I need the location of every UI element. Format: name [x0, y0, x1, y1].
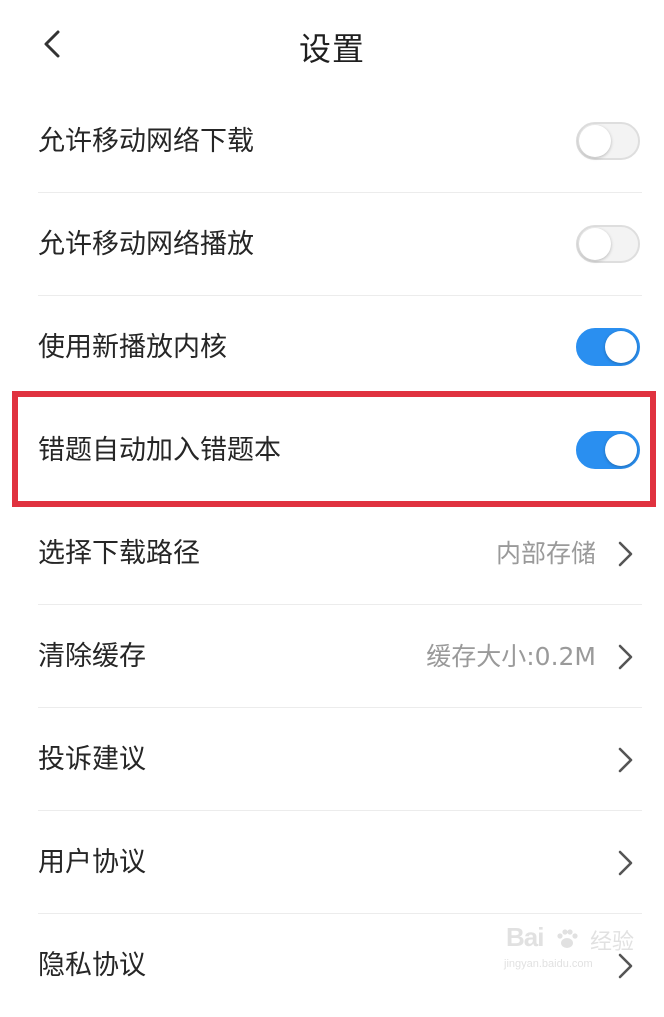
- back-button[interactable]: [30, 22, 74, 66]
- setting-label: 投诉建议: [38, 744, 146, 775]
- setting-row-feedback[interactable]: 投诉建议: [0, 708, 664, 811]
- mobile-play-toggle[interactable]: [576, 225, 640, 263]
- setting-label: 允许移动网络播放: [38, 229, 254, 260]
- setting-row-privacy-policy[interactable]: 隐私协议: [0, 914, 664, 1017]
- setting-row-download-path[interactable]: 选择下载路径 内部存储: [0, 502, 664, 605]
- setting-label: 错题自动加入错题本: [38, 435, 281, 466]
- setting-label: 用户协议: [38, 847, 146, 878]
- chevron-right-icon: [618, 850, 633, 876]
- toggle-knob: [579, 228, 611, 260]
- setting-row-auto-add-mistakes[interactable]: 错题自动加入错题本: [0, 399, 664, 502]
- chevron-right-icon: [618, 644, 633, 670]
- chevron-left-icon: [44, 30, 60, 58]
- chevron-right-icon: [618, 747, 633, 773]
- cache-size-value: 缓存大小:0.2M: [426, 642, 596, 671]
- setting-row-mobile-play[interactable]: 允许移动网络播放: [0, 193, 664, 296]
- auto-add-mistakes-toggle[interactable]: [576, 431, 640, 469]
- setting-label: 选择下载路径: [38, 538, 200, 569]
- mobile-download-toggle[interactable]: [576, 122, 640, 160]
- setting-label: 隐私协议: [38, 950, 146, 981]
- toggle-knob: [579, 125, 611, 157]
- new-player-core-toggle[interactable]: [576, 328, 640, 366]
- setting-row-clear-cache[interactable]: 清除缓存 缓存大小:0.2M: [0, 605, 664, 708]
- setting-row-new-player-core[interactable]: 使用新播放内核: [0, 296, 664, 399]
- setting-label: 允许移动网络下载: [38, 126, 254, 157]
- toggle-knob: [605, 434, 637, 466]
- setting-label: 使用新播放内核: [38, 332, 227, 363]
- page-title: 设置: [298, 30, 365, 68]
- chevron-right-icon: [618, 953, 633, 979]
- header-bar: 设置: [0, 0, 664, 90]
- toggle-knob: [605, 331, 637, 363]
- download-path-value: 内部存储: [495, 539, 596, 568]
- chevron-right-icon: [618, 541, 633, 567]
- setting-label: 清除缓存: [38, 641, 146, 672]
- setting-row-user-agreement[interactable]: 用户协议: [0, 811, 664, 914]
- setting-row-mobile-download[interactable]: 允许移动网络下载: [0, 90, 664, 193]
